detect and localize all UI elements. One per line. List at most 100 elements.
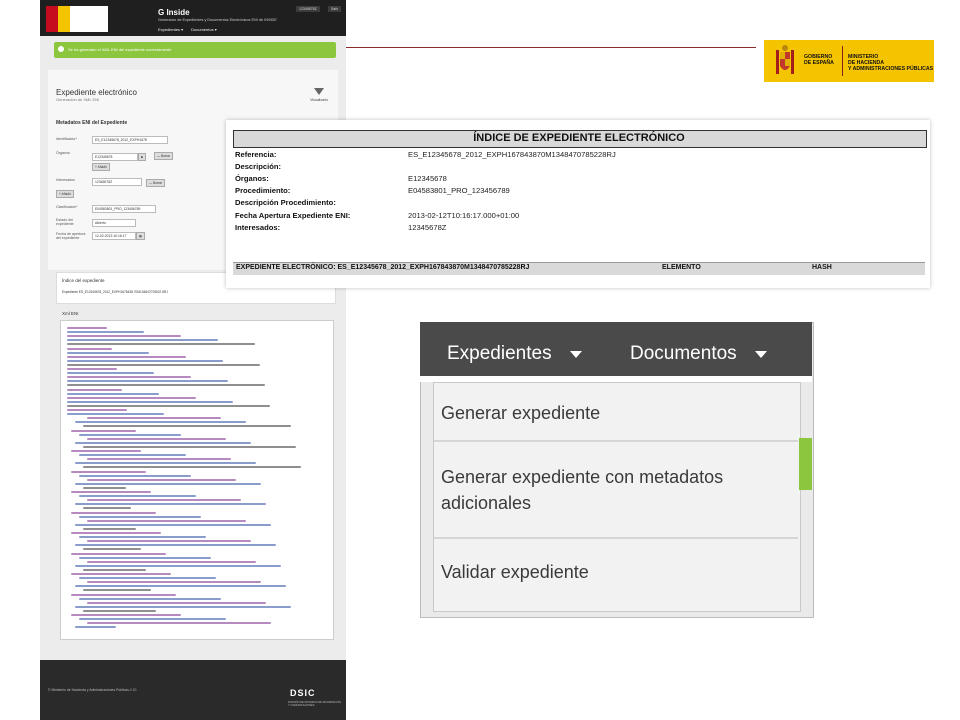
xml-code-line: [87, 499, 241, 502]
xml-code-line: [75, 462, 256, 465]
xml-code-line: [83, 425, 291, 428]
chevron-down-icon: [755, 351, 767, 358]
organos-label: Órganos: [56, 151, 70, 155]
descripcion-label: Descripción:: [235, 162, 281, 171]
xml-code-line: [71, 532, 161, 534]
procedimiento-label: Procedimiento:: [235, 186, 291, 195]
xml-code-line: [67, 368, 117, 370]
menu-documentos[interactable]: Documentos: [630, 343, 737, 365]
xml-code-line: [75, 441, 251, 444]
menu-divider: [434, 440, 798, 442]
xml-code-line: [75, 503, 266, 506]
ministerio-text: MINISTERIO DE HACIENDA Y ADMINISTRACIONE…: [848, 54, 933, 72]
xml-code-line: [83, 466, 301, 469]
menu-divider: [434, 537, 798, 539]
interesados-doc-value: 12345678Z: [408, 223, 447, 232]
ministry-logo: [46, 6, 108, 32]
menu-item-generar-metadatos-line2[interactable]: adicionales: [441, 491, 531, 515]
user-badge[interactable]: 12345678Z: [296, 6, 320, 12]
download-icon[interactable]: [314, 88, 324, 95]
xml-code-line: [67, 335, 181, 338]
xml-code-line: [79, 556, 211, 559]
flag-red-band: [46, 6, 58, 32]
xml-code-line: [87, 581, 261, 584]
interesados-input[interactable]: 12345678Z: [92, 178, 142, 186]
menu-item-generar-metadatos[interactable]: Generar expediente con metadatos: [441, 465, 723, 489]
xml-code-line: [79, 577, 216, 580]
ginside-screenshot: G Inside Generador de Expedientes y Docu…: [40, 0, 346, 720]
page-subtitle: Generación de XML ENI: [56, 97, 100, 102]
xml-code-line: [83, 609, 156, 612]
xml-code-line: [67, 359, 223, 362]
xml-code-line: [67, 347, 112, 350]
menu-item-validar[interactable]: Validar expediente: [441, 560, 589, 584]
xml-code-line: [71, 593, 176, 596]
xml-code-line: [75, 605, 291, 608]
app-title: G Inside: [158, 8, 190, 17]
xml-code-line: [71, 450, 141, 452]
gobierno-text: GOBIERNO DE ESPAÑA: [804, 54, 834, 66]
coat-of-arms-icon: [776, 45, 794, 74]
xml-title: Xml ENI: [62, 311, 79, 316]
fecha-input[interactable]: 12-02-2013 10:16:17: [92, 232, 136, 240]
gobierno-line2: DE ESPAÑA: [804, 60, 834, 66]
xml-code-line: [87, 540, 251, 543]
xml-code-line: [87, 560, 256, 563]
interesados-doc-label: Interesados:: [235, 223, 281, 232]
xml-viewer[interactable]: [60, 320, 334, 640]
xml-code-line: [67, 363, 260, 366]
index-doc-title: ÍNDICE DE EXPEDIENTE ELECTRÓNICO: [473, 132, 685, 144]
xml-code-line: [75, 626, 116, 629]
xml-code-line: [67, 400, 233, 403]
organos-doc-label: Órganos:: [235, 174, 269, 183]
logout-button[interactable]: Salir: [328, 6, 342, 12]
ref-value: ES_E12345678_2012_EXPH167843870M13484707…: [408, 150, 616, 159]
elemento-header: ELEMENTO: [662, 264, 701, 271]
chevron-down-icon: [570, 351, 582, 358]
success-message-text: Se ha generado el XML ENI del expediente…: [68, 47, 172, 52]
xml-code-line: [67, 351, 149, 354]
calendar-icon[interactable]: ▦: [136, 232, 146, 240]
xml-code-line: [87, 519, 246, 522]
menu-item-generar[interactable]: Generar expediente: [441, 401, 600, 425]
xml-code-line: [71, 552, 166, 555]
nav-documentos[interactable]: Documentos ▾: [191, 27, 217, 32]
menu-expedientes[interactable]: Expedientes: [447, 343, 552, 365]
xml-code-line: [83, 507, 131, 510]
xml-code-line: [71, 491, 151, 493]
nav-expedientes[interactable]: Expedientes ▾: [158, 27, 183, 32]
fecha-apertura-label: Fecha Apertura Expediente ENI:: [235, 211, 351, 220]
xml-code-line: [79, 536, 206, 539]
organos-borrar-button[interactable]: — Borrar: [154, 152, 173, 160]
xml-code-line: [67, 404, 270, 407]
app-subtitle: Generador de Expedientes y Documentos El…: [158, 18, 277, 22]
xml-code-line: [75, 482, 261, 485]
visualize-button[interactable]: Visualizarlo: [306, 98, 332, 102]
app-nav: Expedientes ▾ Documentos ▾: [158, 27, 217, 32]
estado-select[interactable]: Abierto: [92, 219, 136, 227]
interesados-borrar-button[interactable]: — Borrar: [146, 179, 165, 187]
xml-code-line: [79, 515, 201, 518]
xml-code-line: [67, 355, 186, 358]
xml-code-line: [79, 433, 181, 436]
xml-code-line: [79, 454, 186, 457]
organos-anadir-button[interactable]: + Añadir: [92, 163, 110, 171]
xml-code-line: [71, 511, 156, 514]
xml-code-line: [87, 458, 231, 461]
identificador-input[interactable]: ES_E12345678_2012_EXPH1678: [92, 136, 168, 144]
green-panel-edge: [799, 438, 812, 490]
clasificacion-label: Clasificación*: [56, 205, 78, 209]
organos-select-icon[interactable]: ■: [138, 153, 146, 161]
organos-input[interactable]: E12345678: [92, 153, 138, 161]
logo-text-area: [70, 6, 108, 32]
xml-code-line: [79, 474, 191, 477]
xml-code-line: [67, 413, 164, 416]
xml-code-line: [79, 618, 226, 621]
clasificacion-input[interactable]: E04583801_PRO_123456789: [92, 205, 156, 213]
interesados-anadir-button[interactable]: + Añadir: [56, 190, 74, 198]
metadata-title: Metadatos ENI del Expediente: [56, 120, 128, 126]
expediente-header-label: EXPEDIENTE ELECTRÓNICO: ES_E12345678_201…: [236, 264, 530, 271]
dsic-logo: DSIC: [290, 688, 316, 698]
xml-code-line: [71, 429, 136, 432]
dsic-subtitle: DIVISIÓN DE SISTEMAS DE INFORMACIÓN Y CO…: [288, 701, 342, 707]
